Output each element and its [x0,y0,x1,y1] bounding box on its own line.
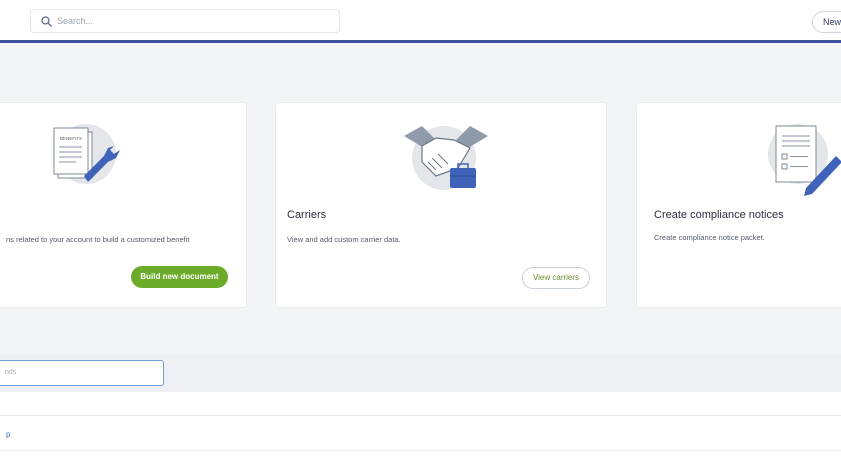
handshake-icon [404,126,488,190]
row-divider-bottom [0,450,841,451]
card-carriers-title: Carriers [287,209,327,221]
card-compliance-description: Create compliance notice packet. [654,233,765,242]
benefits-document-icon: BENEFITS [53,124,120,184]
table-row-link[interactable]: p [6,430,10,439]
filter-input[interactable]: nds [0,360,164,386]
row-divider [0,415,841,416]
filter-placeholder: nds [5,369,17,376]
top-bar: Search... New [0,0,841,43]
compliance-checklist-icon [768,124,841,196]
card-benefits-description: ns related to your account to build a cu… [6,235,190,244]
card-carriers-description: View and add custom carrier data. [287,235,401,244]
new-button[interactable]: New [812,11,841,33]
search-input[interactable]: Search... [30,9,340,33]
card-compliance-title: Create compliance notices [654,209,784,221]
build-new-document-button[interactable]: Build new document [131,266,228,288]
table-area [0,392,841,472]
search-placeholder: Search... [57,16,94,26]
benefits-label: BENEFITS [60,136,82,141]
view-carriers-button[interactable]: View carriers [522,267,590,289]
search-icon [41,16,52,27]
